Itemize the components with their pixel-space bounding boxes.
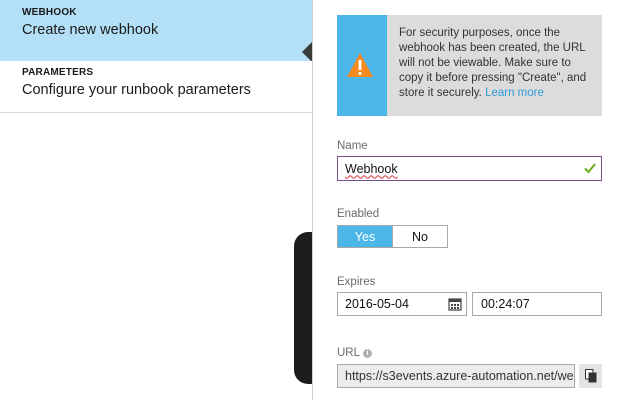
step-parameters-title: Configure your runbook parameters: [22, 82, 251, 98]
learn-more-link[interactable]: Learn more: [485, 87, 544, 99]
url-label-row: URL i: [337, 347, 373, 359]
url-field[interactable]: https://s3events.azure-automation.net/we: [337, 364, 575, 388]
copy-button[interactable]: [579, 364, 602, 388]
name-label: Name: [337, 140, 368, 152]
step-webhook-caption: WEBHOOK: [22, 7, 77, 18]
enabled-label: Enabled: [337, 208, 380, 220]
info-icon[interactable]: i: [363, 348, 373, 358]
warning-message: For security purposes, once the webhook …: [387, 15, 602, 116]
active-step-pointer: [302, 42, 312, 62]
webhook-form-panel: For security purposes, once the webhook …: [313, 0, 624, 400]
enabled-no-button[interactable]: No: [392, 226, 447, 247]
warning-icon-column: [337, 15, 387, 116]
scroll-overlay: [294, 232, 312, 384]
calendar-icon[interactable]: [448, 297, 462, 311]
step-parameters[interactable]: PARAMETERS Configure your runbook parame…: [0, 61, 312, 113]
checkmark-icon: [584, 163, 596, 174]
expires-label: Expires: [337, 276, 376, 288]
copy-icon: [584, 369, 596, 383]
name-value: Webhook: [345, 161, 398, 176]
expires-date-input[interactable]: 2016-05-04: [337, 292, 467, 316]
step-webhook-title: Create new webhook: [22, 22, 159, 38]
enabled-toggle: Yes No: [337, 225, 448, 248]
enabled-yes-button[interactable]: Yes: [338, 226, 392, 247]
url-value: https://s3events.azure-automation.net/we: [345, 369, 574, 383]
step-parameters-caption: PARAMETERS: [22, 67, 94, 78]
warning-triangle-icon: [347, 53, 373, 77]
security-warning: For security purposes, once the webhook …: [337, 15, 602, 116]
url-label: URL: [337, 347, 361, 359]
wizard-steps-panel: WEBHOOK Create new webhook PARAMETERS Co…: [0, 0, 312, 400]
expires-time-input[interactable]: 00:24:07: [472, 292, 602, 316]
expires-time-value: 00:24:07: [481, 297, 530, 311]
step-webhook[interactable]: WEBHOOK Create new webhook: [0, 0, 312, 61]
expires-date-value: 2016-05-04: [345, 297, 409, 311]
name-input[interactable]: Webhook: [337, 156, 602, 181]
